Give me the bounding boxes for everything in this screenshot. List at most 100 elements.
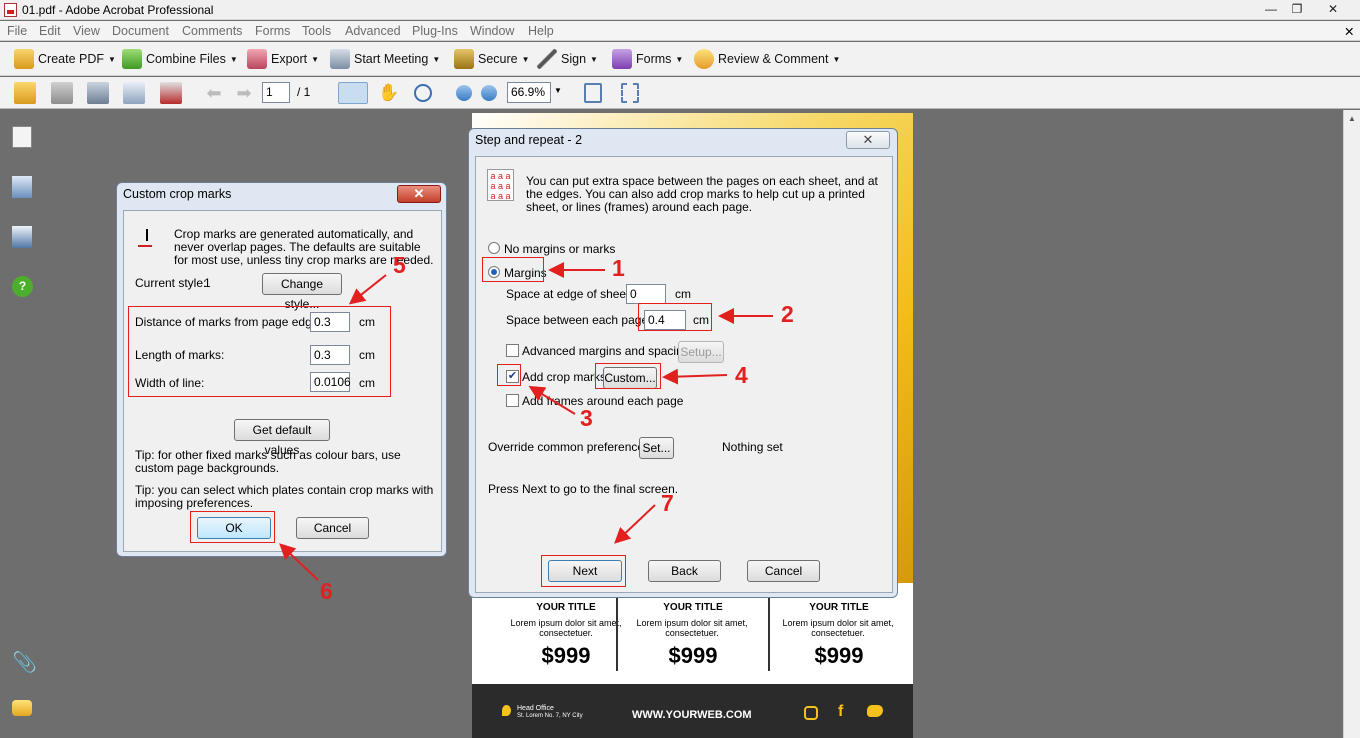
cancel-button[interactable]: Cancel [296,517,369,539]
attachments-icon[interactable]: 📎 [12,650,37,674]
zoom-level-input[interactable]: 66.9% [507,82,551,103]
highlight-custom [595,363,661,389]
menu-comments[interactable]: Comments [182,24,242,38]
zoom-in-icon[interactable] [481,85,497,101]
close-dialog-button[interactable]: ✕ [846,131,890,149]
get-default-values-button[interactable]: Get default values [234,419,330,457]
menu-plugins[interactable]: Plug-Ins [412,24,458,38]
select-tool-icon[interactable] [338,82,368,104]
page-number-input[interactable]: 1 [262,82,290,103]
previous-page-icon[interactable]: ⬅ [203,82,225,104]
menu-document[interactable]: Document [112,24,169,38]
export-icon [247,49,267,69]
menu-window[interactable]: Window [470,24,514,38]
back-button[interactable]: Back [648,560,721,582]
annotation-number-3: 3 [580,405,593,431]
print-icon[interactable] [51,82,73,104]
twitter-icon [867,705,883,717]
fit-page-icon[interactable] [584,83,602,103]
signatures-icon[interactable] [12,226,32,248]
search-document-icon[interactable] [160,82,182,104]
set-button[interactable]: Set... [639,437,674,459]
annotation-number-5: 5 [393,252,406,278]
current-style-value: 1 [204,276,211,290]
export-button[interactable]: Export ▼ [247,48,319,70]
column-text: Lorem ipsum dolor sit amet, consectetuer… [636,618,748,638]
menu-advanced[interactable]: Advanced [345,24,401,38]
annotation-number-7: 7 [661,490,674,516]
step-repeat-icon: a a a a a a a a a [487,169,514,201]
nothing-set-label: Nothing set [722,440,783,454]
office-address: St. Lorem No. 7, NY City [517,713,583,719]
column-text: Lorem ipsum dolor sit amet, consectetuer… [510,618,622,638]
office-title: Head Office [517,705,554,712]
no-margins-label: No margins or marks [504,242,616,256]
comments-icon[interactable] [12,700,32,716]
edge-space-input[interactable]: 0 [626,284,666,304]
cancel-button[interactable]: Cancel [747,560,820,582]
close-document-icon[interactable]: ✕ [1344,24,1354,39]
help-icon[interactable]: ? [12,276,33,297]
window-title: 01.pdf - Adobe Acrobat Professional [22,3,214,17]
website: WWW.YOURWEB.COM [632,709,752,721]
menu-help[interactable]: Help [528,24,554,38]
menu-view[interactable]: View [73,24,100,38]
facebook-icon: f [838,703,844,720]
create-pdf-button[interactable]: Create PDF ▼ [14,48,116,70]
hand-tool-icon[interactable]: ✋ [378,82,400,104]
scroll-up-icon[interactable]: ▲ [1348,114,1356,123]
vertical-scrollbar[interactable]: ▲ [1343,110,1360,738]
sign-button[interactable]: Sign ▼ [537,48,598,70]
price-section: YOUR TITLE Lorem ipsum dolor sit amet, c… [472,583,913,683]
column-price: $999 [668,643,718,668]
save-icon[interactable] [87,82,109,104]
setup-button[interactable]: Setup... [678,341,724,363]
annotation-number-4: 4 [735,362,748,388]
menu-file[interactable]: File [7,24,27,38]
next-page-icon[interactable]: ➡ [233,82,255,104]
open-folder-icon[interactable] [14,82,36,104]
maximize-button[interactable]: ❐ [1282,0,1312,18]
start-meeting-button[interactable]: Start Meeting ▼ [330,48,440,70]
highlight-ok [190,511,275,543]
review-comment-button[interactable]: Review & Comment ▼ [694,48,840,70]
zoom-tool-icon[interactable] [414,84,432,102]
add-frames-checkbox[interactable] [506,394,519,407]
pen-icon [537,49,557,69]
instagram-icon [804,706,818,720]
annotation-number-6: 6 [320,578,333,604]
close-dialog-button[interactable]: ✕ [397,185,441,203]
menu-forms[interactable]: Forms [255,24,290,38]
no-margins-radio[interactable] [488,242,500,254]
close-window-button[interactable]: ✕ [1318,0,1348,18]
zoom-dropdown-icon[interactable]: ▼ [554,86,562,95]
page-footer: Head Office St. Lorem No. 7, NY City WWW… [472,684,913,738]
add-crop-marks-label: Add crop marks [522,370,607,384]
bookmarks-icon[interactable] [12,176,32,198]
forms-button[interactable]: Forms ▼ [612,48,683,70]
highlight-between-space [638,303,712,331]
advanced-margins-checkbox[interactable] [506,344,519,357]
column-divider [616,593,618,671]
column-title: YOUR TITLE [536,602,596,613]
menu-tools[interactable]: Tools [302,24,331,38]
menu-edit[interactable]: Edit [39,24,61,38]
email-icon[interactable] [123,82,145,104]
step-description: You can put extra space between the page… [526,174,878,214]
between-space-label: Space between each page: [506,313,652,327]
lock-icon [454,49,474,69]
secure-button[interactable]: Secure ▼ [454,48,530,70]
highlight-crop-settings [128,306,391,397]
dialog-title: Custom crop marks [123,187,232,201]
zoom-out-icon[interactable] [456,85,472,101]
change-style-button[interactable]: Change style... [262,273,342,311]
meeting-icon [330,49,350,69]
title-bar: 01.pdf - Adobe Acrobat Professional — ❐ … [0,0,1360,20]
full-screen-icon[interactable] [621,83,639,103]
highlight-crop-checkbox [497,364,521,386]
forms-icon [612,49,632,69]
current-style-label: Current style: [135,276,207,290]
step-and-repeat-dialog: Step and repeat - 2 ✕ a a a a a a a a a … [468,128,898,598]
combine-files-button[interactable]: Combine Files ▼ [122,48,238,70]
pages-icon[interactable] [12,126,32,148]
